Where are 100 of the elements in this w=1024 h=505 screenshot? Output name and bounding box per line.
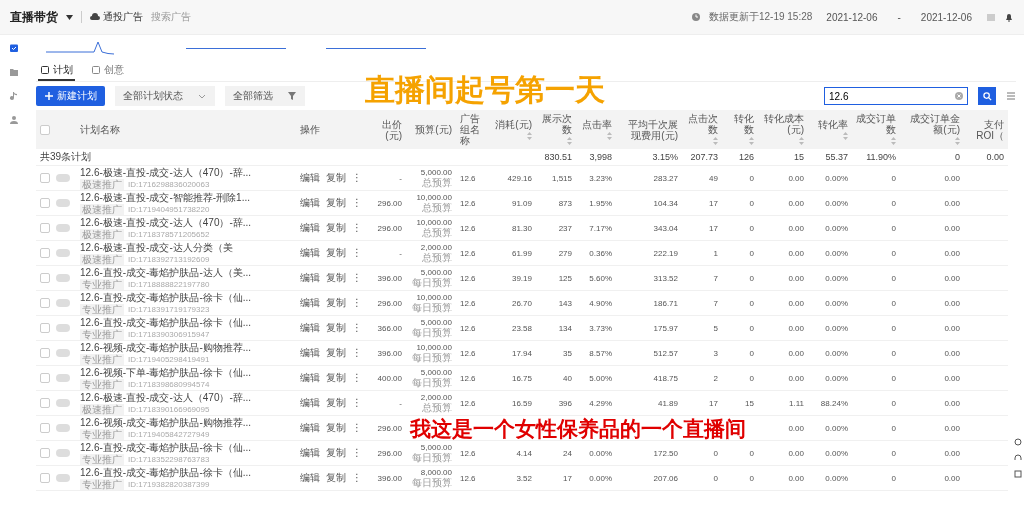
date-start[interactable]: 2021-12-06 (820, 11, 884, 23)
action-link[interactable]: 复制 (326, 396, 346, 410)
toggle-switch[interactable] (56, 299, 70, 307)
action-link[interactable]: 复制 (326, 296, 346, 310)
plan-name[interactable]: 12.6-视频-成交-毒焰护肤品-购物推荐... (80, 416, 292, 429)
row-checkbox[interactable] (40, 298, 50, 308)
more-button[interactable]: ⋮ (352, 472, 362, 483)
sort-icon[interactable] (843, 132, 848, 141)
more-button[interactable]: ⋮ (352, 372, 362, 383)
more-button[interactable]: ⋮ (352, 322, 362, 333)
date-end[interactable]: 2021-12-06 (914, 11, 978, 23)
action-link[interactable]: 复制 (326, 321, 346, 335)
more-button[interactable]: ⋮ (352, 297, 362, 308)
more-button[interactable]: ⋮ (352, 347, 362, 358)
row-checkbox[interactable] (40, 248, 50, 258)
sort-icon[interactable] (713, 137, 718, 146)
toggle-switch[interactable] (56, 424, 70, 432)
row-checkbox[interactable] (40, 223, 50, 233)
caret-icon[interactable] (66, 14, 73, 20)
sort-icon[interactable] (527, 132, 532, 141)
tab[interactable]: 计划 (38, 61, 75, 81)
plan-name[interactable]: 12.6-直投-成交-毒焰护肤品-徐卡（仙... (80, 441, 292, 454)
action-link[interactable]: 编辑 (300, 321, 320, 335)
music-note-icon[interactable] (9, 91, 19, 101)
action-link[interactable]: 复制 (326, 246, 346, 260)
action-link[interactable]: 复制 (326, 346, 346, 360)
more-button[interactable]: ⋮ (352, 247, 362, 258)
plan-name[interactable]: 12.6-直投-成交-毒焰护肤品-达人（美... (80, 266, 292, 279)
action-link[interactable]: 复制 (326, 271, 346, 285)
action-link[interactable]: 复制 (326, 171, 346, 185)
row-checkbox[interactable] (40, 398, 50, 408)
toggle-switch[interactable] (56, 449, 70, 457)
more-button[interactable]: ⋮ (352, 272, 362, 283)
toggle-switch[interactable] (56, 349, 70, 357)
action-link[interactable]: 复制 (326, 446, 346, 460)
more-button[interactable]: ⋮ (352, 397, 362, 408)
toggle-switch[interactable] (56, 274, 70, 282)
row-checkbox[interactable] (40, 198, 50, 208)
toggle-switch[interactable] (56, 374, 70, 382)
new-plan-button[interactable]: 新建计划 (36, 86, 105, 106)
row-checkbox[interactable] (40, 448, 50, 458)
sort-icon[interactable] (955, 137, 960, 146)
action-link[interactable]: 编辑 (300, 346, 320, 360)
action-link[interactable]: 复制 (326, 221, 346, 235)
action-link[interactable]: 编辑 (300, 396, 320, 410)
plan-name[interactable]: 12.6-极速-直投-成交-达人分类（美 (80, 241, 292, 254)
action-link[interactable]: 编辑 (300, 271, 320, 285)
action-link[interactable]: 编辑 (300, 171, 320, 185)
sort-icon[interactable] (799, 137, 804, 146)
more-button[interactable]: ⋮ (352, 422, 362, 433)
action-link[interactable]: 复制 (326, 471, 346, 485)
row-checkbox[interactable] (40, 273, 50, 283)
plan-name[interactable]: 12.6-极速-直投-成交-达人（470）-辞... (80, 216, 292, 229)
plan-name[interactable]: 12.6-极速-直投-成交-智能推荐-刑除1... (80, 191, 292, 204)
columns-icon[interactable] (1006, 91, 1016, 101)
toggle-switch[interactable] (56, 399, 70, 407)
filter-button[interactable]: 全部筛选 (225, 86, 305, 106)
plan-name[interactable]: 12.6-视频-成交-毒焰护肤品-购物推荐... (80, 341, 292, 354)
row-checkbox[interactable] (40, 348, 50, 358)
sort-icon[interactable] (749, 137, 754, 146)
select-all-checkbox[interactable] (40, 125, 50, 136)
action-link[interactable]: 编辑 (300, 246, 320, 260)
plan-name[interactable]: 12.6-直投-成交-毒焰护肤品-徐卡（仙... (80, 466, 292, 479)
plan-name[interactable]: 12.6-视频-下单-毒焰护肤品-徐卡（仙... (80, 366, 292, 379)
action-link[interactable]: 编辑 (300, 371, 320, 385)
toggle-switch[interactable] (56, 174, 70, 182)
plan-name[interactable]: 12.6-极速-直投-成交-达人（470）-辞... (80, 166, 292, 179)
sort-icon[interactable] (607, 132, 612, 141)
toggle-switch[interactable] (56, 324, 70, 332)
plan-name[interactable]: 12.6-直投-成交-毒焰护肤品-徐卡（仙... (80, 291, 292, 304)
more-button[interactable]: ⋮ (352, 447, 362, 458)
bell-icon[interactable] (1004, 12, 1014, 22)
status-dropdown[interactable]: 全部计划状态 (115, 86, 215, 106)
action-link[interactable]: 编辑 (300, 421, 320, 435)
action-link[interactable]: 复制 (326, 421, 346, 435)
toggle-switch[interactable] (56, 474, 70, 482)
action-link[interactable]: 复制 (326, 196, 346, 210)
sort-icon[interactable] (891, 137, 896, 146)
more-button[interactable]: ⋮ (352, 222, 362, 233)
toggle-switch[interactable] (56, 199, 70, 207)
app-title[interactable]: 直播带货 (10, 8, 58, 26)
search-field[interactable]: 12.6 (824, 87, 968, 105)
action-link[interactable]: 复制 (326, 371, 346, 385)
toggle-switch[interactable] (56, 224, 70, 232)
action-link[interactable]: 编辑 (300, 296, 320, 310)
person-icon[interactable] (9, 115, 19, 125)
sort-icon[interactable] (567, 137, 572, 146)
action-link[interactable]: 编辑 (300, 221, 320, 235)
folder-icon[interactable] (9, 67, 19, 77)
row-checkbox[interactable] (40, 373, 50, 383)
search-button[interactable] (978, 87, 996, 105)
action-link[interactable]: 编辑 (300, 196, 320, 210)
clear-icon[interactable] (954, 91, 964, 101)
action-link[interactable]: 编辑 (300, 446, 320, 460)
more-button[interactable]: ⋮ (352, 172, 362, 183)
nav-link[interactable]: 通投广告 (90, 10, 143, 24)
tab[interactable]: 创意 (89, 61, 126, 81)
row-checkbox[interactable] (40, 473, 50, 483)
row-checkbox[interactable] (40, 423, 50, 433)
plan-name[interactable]: 12.6-极速-直投-成交-达人（470）-辞... (80, 391, 292, 404)
